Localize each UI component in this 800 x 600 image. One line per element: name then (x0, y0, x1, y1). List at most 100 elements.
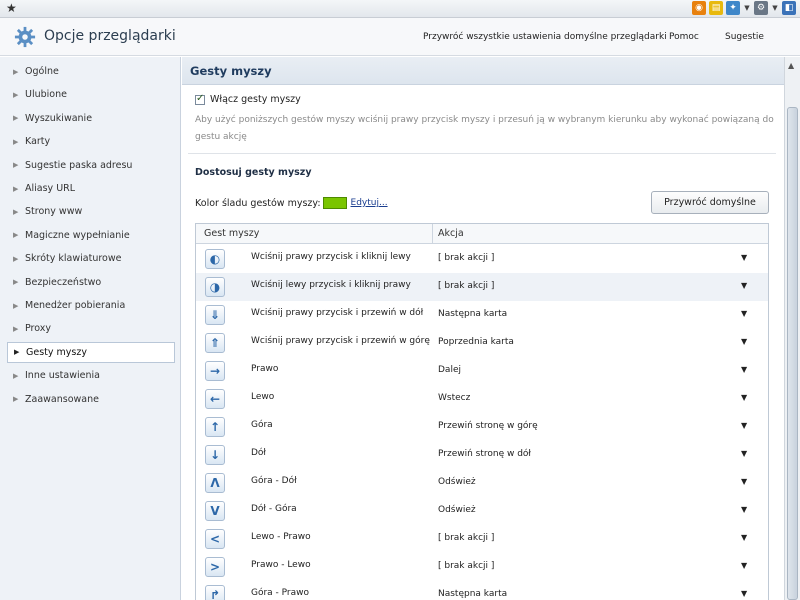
column-separator[interactable] (432, 224, 433, 244)
scrollbar-thumb[interactable] (787, 107, 798, 600)
favorite-star-icon[interactable]: ★ (6, 1, 17, 15)
chevron-down-icon[interactable]: ▼ (741, 253, 747, 262)
gesture-action-select[interactable]: Odśwież (438, 477, 476, 487)
gesture-action-select[interactable]: [ brak akcji ] (438, 281, 494, 291)
gesture-action-select[interactable]: Przewiń stronę w dół (438, 449, 531, 459)
sidebar-item-label: Bezpieczeństwo (25, 276, 102, 288)
vertical-scrollbar[interactable]: ▲ (784, 57, 800, 600)
chevron-down-icon[interactable]: ▼ (741, 477, 747, 486)
book-icon[interactable]: ◧ (782, 1, 796, 15)
chevron-down-icon[interactable]: ▼ (741, 393, 747, 402)
rss-icon[interactable]: ◉ (692, 1, 706, 15)
table-row[interactable]: ⇓ Wciśnij prawy przycisk i przewiń w dół N… (196, 301, 768, 329)
table-row[interactable]: V Dół - Góra Odśwież ▼ (196, 497, 768, 525)
chevron-right-icon: ▶ (13, 67, 19, 76)
sidebar-item-label: Wyszukiwanie (25, 112, 93, 124)
gesture-action-select[interactable]: Następna karta (438, 589, 507, 599)
chevron-down-icon[interactable]: ▼ (741, 281, 747, 290)
chevron-right-icon: ▶ (13, 231, 19, 240)
table-row[interactable]: → Prawo Dalej ▼ (196, 357, 768, 385)
suggestions-link[interactable]: Sugestie (725, 32, 764, 42)
gesture-action-select[interactable]: [ brak akcji ] (438, 253, 494, 263)
table-row[interactable]: ← Lewo Wstecz ▼ (196, 385, 768, 413)
table-row[interactable]: Λ Góra - Dół Odśwież ▼ (196, 469, 768, 497)
sidebar-item[interactable]: ▶ Aliasy URL (7, 178, 175, 199)
enable-gestures-row: Włącz gesty myszy (195, 93, 301, 105)
trail-color-label: Kolor śladu gestów myszy: (195, 197, 321, 209)
sidebar-item[interactable]: ▶ Zaawansowane (7, 389, 175, 410)
gesture-action-select[interactable]: Odśwież (438, 505, 476, 515)
gestures-table: Gest myszy Akcja ◐ Wciśnij prawy przycisk… (195, 223, 769, 600)
table-row[interactable]: ◐ Wciśnij prawy przycisk i kliknij lewy [ … (196, 245, 768, 273)
column-action-header[interactable]: Akcja (438, 228, 464, 239)
chevron-right-icon: ▶ (13, 254, 19, 263)
extension-icon[interactable]: ✦ (726, 1, 740, 15)
gestures-description: Aby użyć poniższych gestów myszy wciśnij… (195, 115, 774, 142)
note-icon[interactable]: ▤ (709, 1, 723, 15)
sidebar-item-label: Magiczne wypełnianie (25, 229, 130, 241)
chevron-down-icon[interactable]: ▼ (741, 561, 747, 570)
sidebar-item[interactable]: ▶ Sugestie paska adresu (7, 155, 175, 176)
chevron-down-icon[interactable]: ▼ (741, 337, 747, 346)
chevron-down-icon[interactable]: ▼ (741, 505, 747, 514)
chevron-down-icon[interactable]: ▼ (743, 4, 751, 12)
gesture-action-select[interactable]: Przewiń stronę w górę (438, 421, 538, 431)
divider (188, 153, 776, 154)
chevron-right-icon: ▶ (13, 324, 19, 333)
chevron-right-icon: ▶ (13, 395, 19, 404)
sidebar-item[interactable]: ▶ Magiczne wypełnianie (7, 225, 175, 246)
gesture-action-select[interactable]: Dalej (438, 365, 461, 375)
column-gesture-header[interactable]: Gest myszy (204, 228, 259, 239)
restore-all-defaults-link[interactable]: Przywróć wszystkie ustawienia domyślne p… (423, 32, 667, 42)
chevron-down-icon[interactable]: ▼ (771, 4, 779, 12)
gesture-name: Prawo - Lewo (251, 560, 311, 570)
sidebar-item-label: Ulubione (25, 89, 67, 101)
gesture-action-select[interactable]: [ brak akcji ] (438, 533, 494, 543)
gesture-action-select[interactable]: Wstecz (438, 393, 470, 403)
table-row[interactable]: > Prawo - Lewo [ brak akcji ] ▼ (196, 553, 768, 581)
enable-gestures-checkbox[interactable] (195, 93, 205, 105)
edit-color-link[interactable]: Edytuj... (351, 198, 388, 208)
table-row[interactable]: ⇑ Wciśnij prawy przycisk i przewiń w górę… (196, 329, 768, 357)
sidebar-item[interactable]: ▶ Ulubione (7, 84, 175, 105)
sidebar-item[interactable]: ▶ Menedżer pobierania (7, 295, 175, 316)
chevron-down-icon[interactable]: ▼ (741, 309, 747, 318)
sidebar-item[interactable]: ▶ Wyszukiwanie (7, 108, 175, 129)
table-row[interactable]: ↑ Góra Przewiń stronę w górę ▼ (196, 413, 768, 441)
sidebar-item-label: Gesty myszy (26, 346, 87, 358)
sidebar-item-label: Strony www (25, 206, 83, 218)
table-row[interactable]: ◑ Wciśnij lewy przycisk i kliknij prawy [ … (196, 273, 768, 301)
settings-icon[interactable]: ⚙ (754, 1, 768, 15)
sidebar-item[interactable]: ▶ Skróty klawiaturowe (7, 248, 175, 269)
sidebar-item[interactable]: ▶ Proxy (7, 318, 175, 339)
table-row[interactable]: ↓ Dół Przewiń stronę w dół ▼ (196, 441, 768, 469)
gesture-name: Wciśnij prawy przycisk i przewiń w dół (251, 308, 424, 318)
table-row[interactable]: ↱ Góra - Prawo Następna karta ▼ (196, 581, 768, 600)
gesture-name: Góra - Prawo (251, 588, 310, 598)
sidebar-item[interactable]: ▶ Karty (7, 131, 175, 152)
gesture-name: Góra (251, 420, 273, 430)
restore-defaults-button[interactable]: Przywróć domyślne (651, 191, 769, 214)
chevron-down-icon[interactable]: ▼ (741, 421, 747, 430)
chevron-down-icon[interactable]: ▼ (741, 533, 747, 542)
browser-toolbar: ★ ◉ ▤ ✦ ▼ ⚙ ▼ ◧ (0, 0, 800, 18)
sidebar-item[interactable]: ▶ Inne ustawienia (7, 365, 175, 386)
chevron-down-icon[interactable]: ▼ (741, 589, 747, 598)
sidebar-item[interactable]: ▶ Strony www (7, 201, 175, 222)
sidebar-item[interactable]: ▶ Gesty myszy (7, 341, 175, 363)
scroll-up-arrow-icon[interactable]: ▲ (788, 61, 794, 70)
help-link[interactable]: Pomoc (669, 32, 699, 42)
chevron-right-icon: ▶ (13, 161, 19, 170)
section-title: Gesty myszy (190, 64, 272, 78)
sidebar-item[interactable]: ▶ Ogólne (7, 61, 175, 82)
trail-color-swatch[interactable] (322, 197, 347, 209)
gesture-action-select[interactable]: Następna karta (438, 309, 507, 319)
gesture-action-select[interactable]: [ brak akcji ] (438, 561, 494, 571)
enable-gestures-label[interactable]: Włącz gesty myszy (210, 94, 301, 105)
sidebar-item[interactable]: ▶ Bezpieczeństwo (7, 272, 175, 293)
chevron-down-icon[interactable]: ▼ (741, 449, 747, 458)
sidebar-item-label: Proxy (25, 323, 52, 335)
table-row[interactable]: < Lewo - Prawo [ brak akcji ] ▼ (196, 525, 768, 553)
gesture-action-select[interactable]: Poprzednia karta (438, 337, 514, 347)
chevron-down-icon[interactable]: ▼ (741, 365, 747, 374)
